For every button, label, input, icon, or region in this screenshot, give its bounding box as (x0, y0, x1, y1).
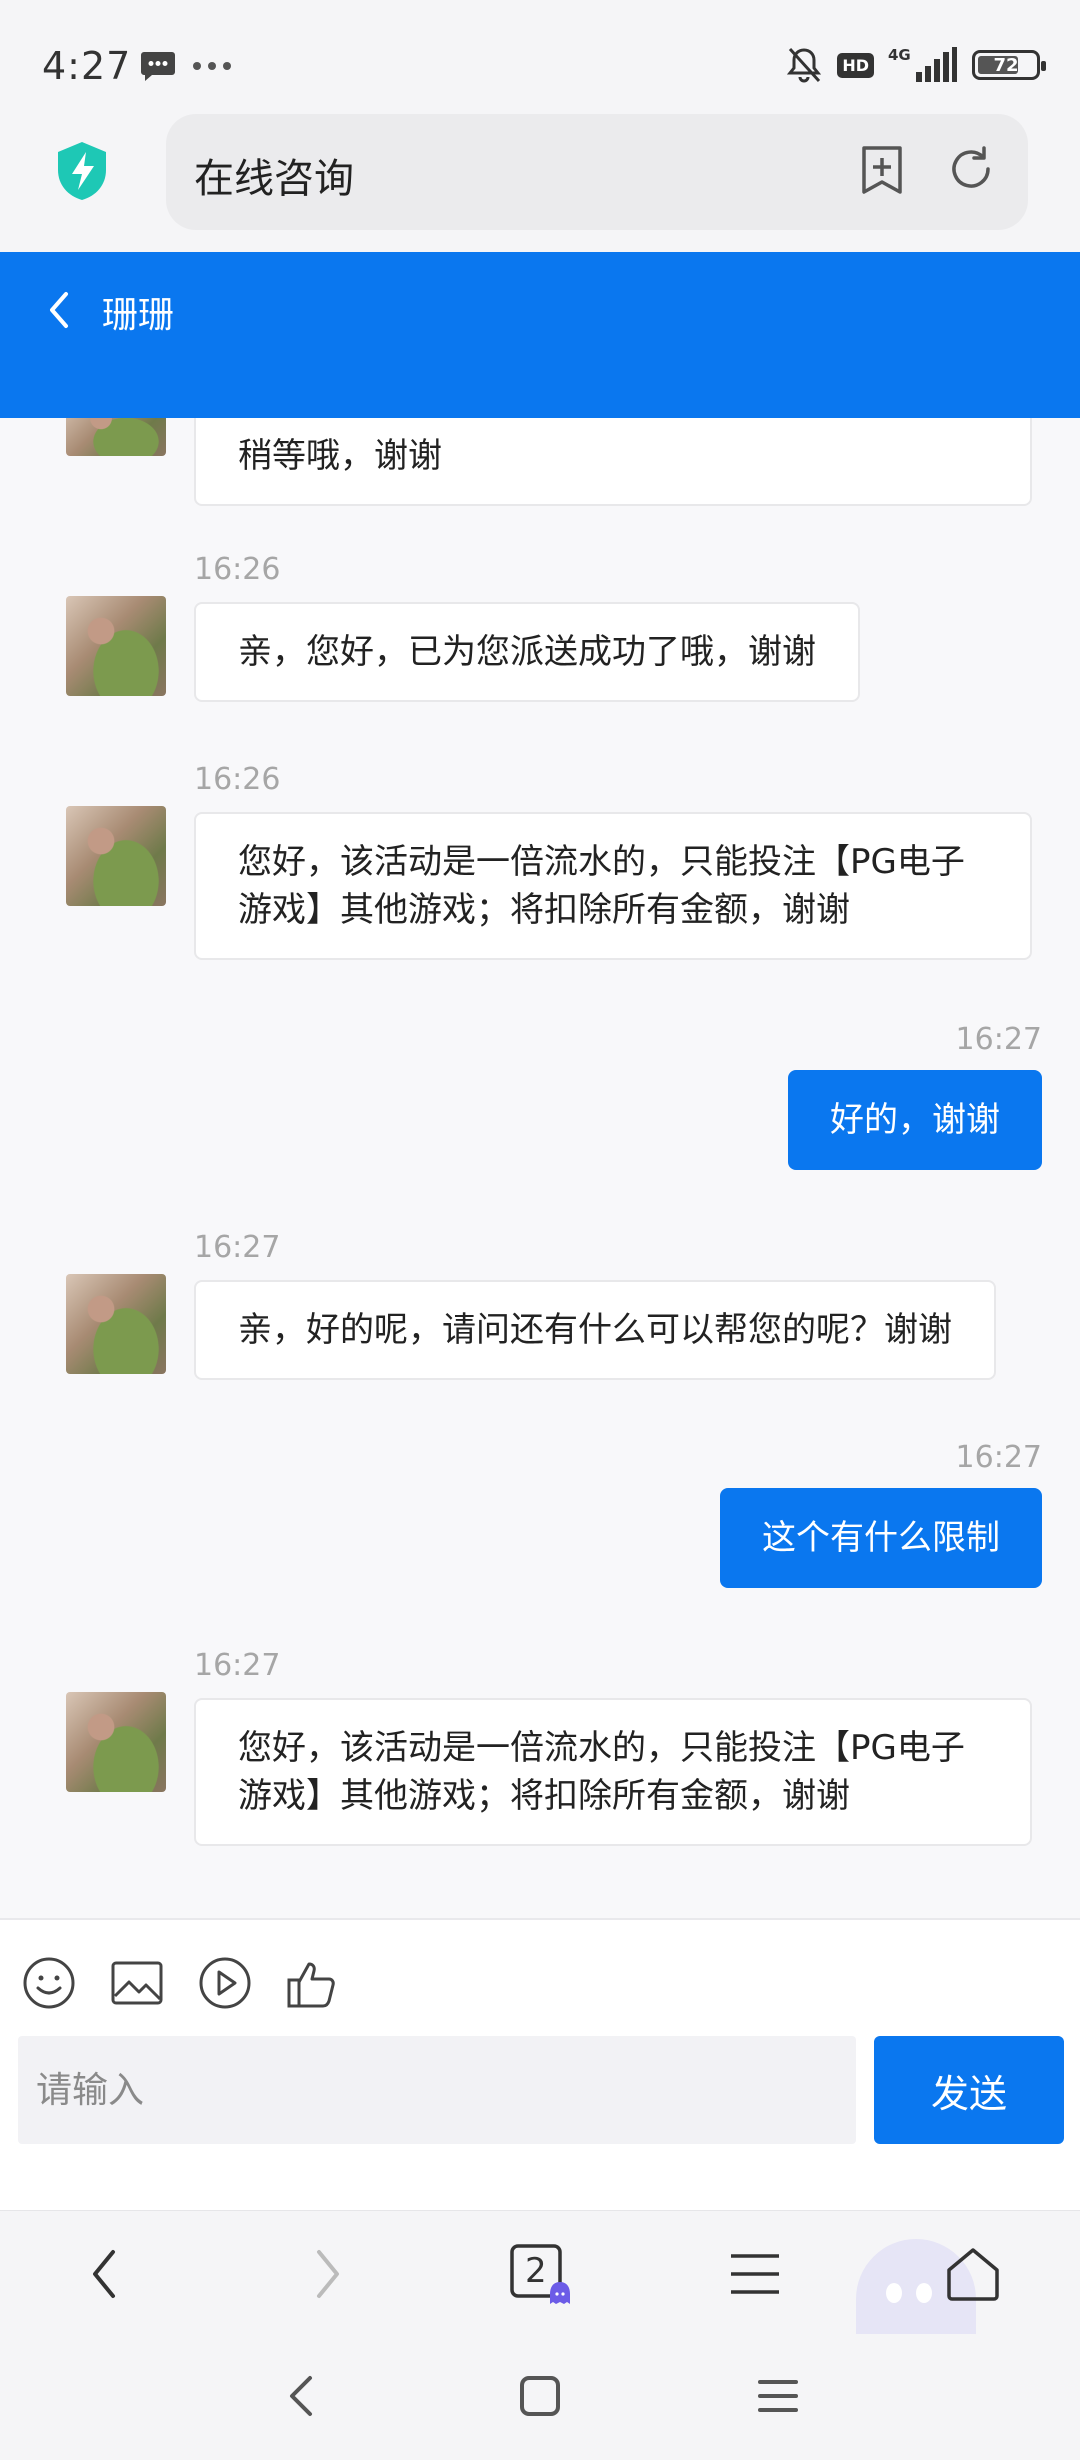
network-label: 4G (888, 46, 911, 64)
message-list[interactable]: 稍等哦，谢谢 16:26 亲，您好，已为您派送成功了哦，谢谢 16:26 您好，… (0, 418, 1080, 1918)
chevron-left-icon (93, 2250, 115, 2298)
bookmark-add-icon[interactable] (858, 144, 906, 196)
avatar (66, 596, 166, 696)
thumbs-up-icon[interactable] (286, 1956, 340, 2010)
image-icon[interactable] (110, 1956, 164, 2010)
composer: 发送 (0, 1918, 1080, 2210)
agent-name: 珊珊 (102, 295, 175, 336)
status-time: 4:27 (42, 44, 132, 88)
message-text: 好的，谢谢 (830, 1100, 1000, 1140)
system-nav-bar (0, 2334, 1080, 2460)
message-input[interactable] (18, 2036, 856, 2144)
message-text: 亲，您好，已为您派送成功了哦，谢谢 (238, 632, 816, 672)
message-text-line: 您好，该活动是一倍流水的，只能投注【PG电子 (238, 842, 965, 882)
browser-nav-bar: 2 (0, 2210, 1080, 2335)
shield-icon[interactable] (54, 140, 110, 202)
message-time: 16:27 (955, 1022, 1042, 1057)
address-bar[interactable]: 在线咨询 (166, 114, 1028, 230)
system-back-icon[interactable] (272, 2366, 332, 2426)
message-text: 稍等哦，谢谢 (238, 436, 442, 476)
home-icon (947, 2248, 999, 2301)
message-bubble: 您好，该活动是一倍流水的，只能投注【PG电子 游戏】其他游戏；将扣除所有金额，谢… (194, 1698, 1032, 1846)
system-recents-icon[interactable] (748, 2366, 808, 2426)
message-icon (141, 52, 175, 81)
more-icon (193, 62, 231, 70)
chevron-right-icon (317, 2250, 339, 2298)
refresh-icon[interactable] (946, 144, 996, 194)
tab-count: 2 (525, 2251, 547, 2291)
message-time: 16:27 (955, 1440, 1042, 1475)
send-button[interactable]: 发送 (874, 2036, 1064, 2144)
message-time: 16:26 (194, 552, 281, 587)
page-title: 在线咨询 (194, 156, 354, 202)
browser-forward-button[interactable] (292, 2239, 362, 2309)
hd-badge: HD (837, 52, 874, 78)
message-time: 16:27 (194, 1230, 281, 1265)
back-chevron-icon[interactable] (40, 282, 80, 338)
message-text: 亲，好的呢，请问还有什么可以帮您的呢？谢谢 (238, 1310, 952, 1350)
browser-toolbar: 在线咨询 (0, 100, 1080, 252)
message-text-line: 游戏】其他游戏；将扣除所有金额，谢谢 (238, 890, 850, 930)
browser-back-button[interactable] (70, 2239, 140, 2309)
message-bubble: 稍等哦，谢谢 (194, 418, 1032, 506)
tabs-button[interactable]: 2 (505, 2239, 575, 2309)
my-message-bubble: 这个有什么限制 (720, 1488, 1042, 1588)
message-bubble: 您好，该活动是一倍流水的，只能投注【PG电子 游戏】其他游戏；将扣除所有金额，谢… (194, 812, 1032, 960)
message-text-line: 您好，该活动是一倍流水的，只能投注【PG电子 (238, 1728, 965, 1768)
message-text: 这个有什么限制 (762, 1518, 1000, 1558)
message-time: 16:27 (194, 1648, 281, 1683)
message-text-line: 游戏】其他游戏；将扣除所有金额，谢谢 (238, 1776, 850, 1816)
avatar (66, 1692, 166, 1792)
avatar (66, 806, 166, 906)
my-message-bubble: 好的，谢谢 (788, 1070, 1042, 1170)
avatar (66, 1274, 166, 1374)
menu-button[interactable] (720, 2239, 790, 2309)
message-bubble: 亲，好的呢，请问还有什么可以帮您的呢？谢谢 (194, 1280, 996, 1380)
avatar (66, 418, 166, 456)
bell-muted-icon (787, 47, 822, 83)
emoji-icon[interactable] (22, 1956, 76, 2010)
message-bubble: 亲，您好，已为您派送成功了哦，谢谢 (194, 602, 860, 702)
menu-icon (731, 2254, 779, 2294)
battery-icon: 72 (972, 50, 1046, 80)
chat-header: 珊珊 (0, 252, 1080, 418)
video-icon[interactable] (198, 1956, 252, 2010)
home-button[interactable] (938, 2239, 1008, 2309)
signal-icon: 4G (888, 46, 957, 82)
battery-level: 72 (993, 54, 1019, 76)
message-time: 16:26 (194, 762, 281, 797)
system-home-icon[interactable] (510, 2366, 570, 2426)
